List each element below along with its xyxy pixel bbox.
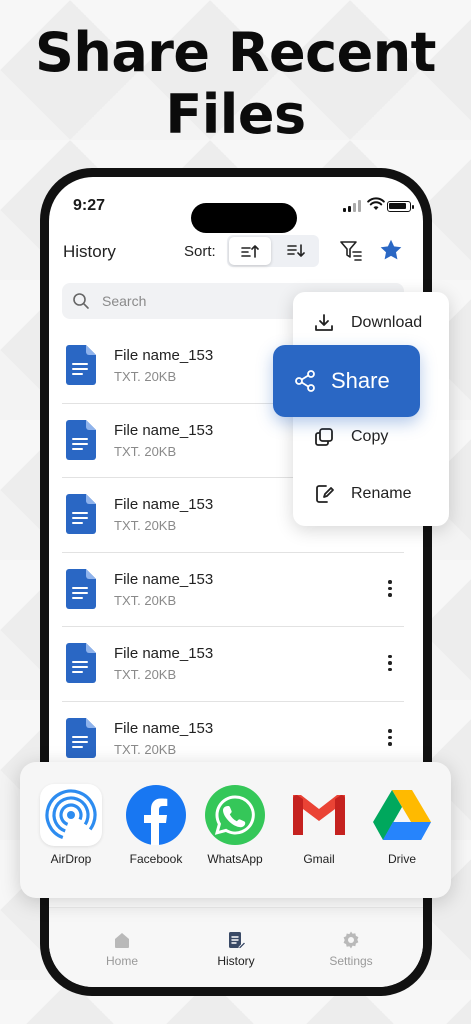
document-icon	[66, 345, 96, 385]
document-icon	[66, 643, 96, 683]
sort-ascending-button[interactable]	[229, 237, 271, 265]
share-app-gmail-label: Gmail	[303, 852, 335, 866]
menu-item-share[interactable]: Share	[273, 345, 420, 417]
document-icon	[66, 419, 96, 460]
menu-item-rename-label: Rename	[351, 485, 412, 502]
share-app-drive[interactable]: Drive	[362, 784, 442, 866]
home-icon	[115, 933, 129, 948]
dynamic-island	[191, 203, 297, 233]
airdrop-icon	[40, 784, 102, 846]
copy-icon	[315, 428, 333, 446]
file-meta: TXT. 20KB	[114, 369, 177, 384]
file-meta: TXT. 20KB	[114, 592, 177, 608]
facebook-icon	[125, 784, 187, 846]
file-row[interactable]: File name_153 TXT. 20KB	[62, 553, 404, 627]
tab-settings-label: Settings	[329, 954, 373, 968]
document-icon	[66, 494, 96, 534]
page-title: History	[63, 242, 116, 261]
share-app-whatsapp-label: WhatsApp	[207, 852, 263, 866]
share-app-whatsapp[interactable]: WhatsApp	[195, 784, 275, 866]
share-app-airdrop-label: AirDrop	[50, 852, 92, 866]
menu-item-copy-label: Copy	[351, 428, 389, 445]
tab-history-label: History	[217, 954, 255, 968]
headline-line-1: Share Recent	[35, 21, 436, 84]
more-options-icon[interactable]	[382, 651, 398, 675]
file-name: File name_153	[114, 570, 214, 588]
history-icon	[229, 932, 246, 949]
top-bar: History Sort:	[49, 234, 423, 270]
bottom-tab-bar: Home History Settings	[49, 907, 423, 987]
menu-item-share-label: Share	[331, 368, 390, 393]
file-name: File name_153	[114, 347, 214, 364]
rename-icon	[316, 485, 334, 503]
tab-home-label: Home	[105, 954, 138, 968]
filter-icon[interactable]	[339, 240, 363, 262]
gmail-icon	[288, 784, 350, 846]
headline-line-2: Files	[165, 83, 306, 146]
file-name: File name_153	[114, 496, 214, 513]
favorites-star-icon[interactable]	[379, 238, 403, 262]
file-row[interactable]: File name_153 TXT. 20KB	[62, 627, 404, 702]
file-name: File name_153	[114, 421, 214, 439]
document-icon	[66, 717, 96, 758]
share-app-drive-label: Drive	[387, 852, 416, 866]
status-bar: 9:27	[49, 195, 423, 233]
file-meta: TXT. 20KB	[114, 741, 177, 757]
file-meta: TXT. 20KB	[114, 518, 177, 533]
download-icon	[315, 314, 333, 331]
sort-label: Sort:	[184, 243, 216, 260]
wifi-icon	[367, 197, 385, 210]
sort-ascending-icon	[241, 245, 259, 258]
drive-icon	[371, 784, 433, 846]
sort-toggle	[227, 235, 319, 267]
share-app-gmail[interactable]: Gmail	[279, 784, 359, 866]
tab-history[interactable]: History	[196, 930, 276, 968]
menu-item-rename[interactable]: Rename	[313, 483, 411, 505]
file-meta: TXT. 20KB	[114, 443, 177, 459]
file-name: File name_153	[114, 719, 214, 737]
more-options-icon[interactable]	[382, 726, 398, 750]
more-options-icon[interactable]	[382, 577, 398, 601]
settings-icon	[343, 931, 359, 949]
sort-descending-icon	[287, 244, 305, 257]
menu-item-copy[interactable]: Copy	[313, 426, 388, 448]
whatsapp-icon	[204, 784, 266, 846]
page-headline: Share Recent Files	[0, 22, 471, 146]
search-icon	[73, 293, 89, 309]
tab-settings[interactable]: Settings	[311, 930, 391, 968]
document-icon	[66, 568, 96, 609]
sort-descending-button[interactable]	[273, 235, 319, 267]
status-time: 9:27	[73, 197, 106, 214]
share-sheet: AirDrop Facebook WhatsApp Gmail Drive	[20, 762, 451, 898]
menu-item-download[interactable]: Download	[313, 312, 422, 334]
tab-home[interactable]: Home	[82, 930, 162, 968]
menu-item-download-label: Download	[351, 314, 423, 331]
share-icon	[295, 370, 315, 392]
share-app-facebook[interactable]: Facebook	[116, 784, 196, 866]
file-name: File name_153	[114, 645, 214, 662]
share-app-airdrop[interactable]: AirDrop	[31, 784, 111, 866]
battery-icon	[387, 201, 414, 212]
share-app-facebook-label: Facebook	[129, 852, 183, 866]
signal-icon	[343, 199, 361, 212]
file-meta: TXT. 20KB	[114, 667, 177, 682]
